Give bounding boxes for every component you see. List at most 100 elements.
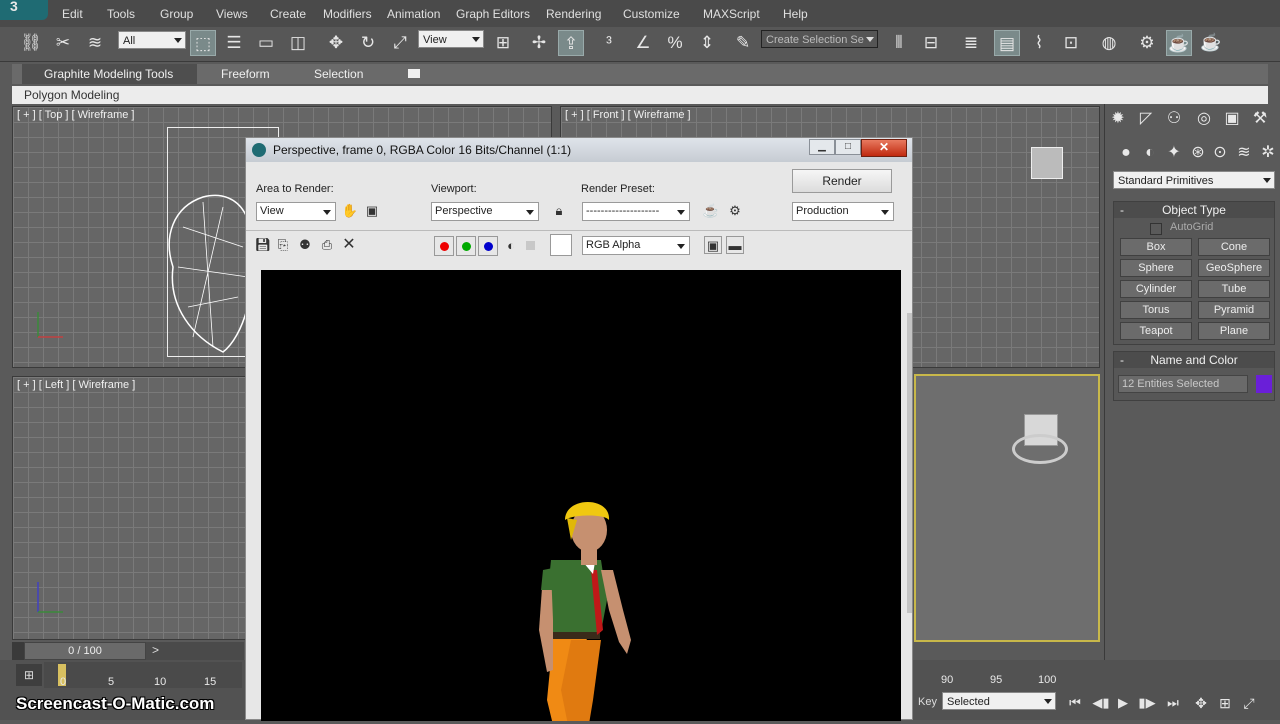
menu-maxscript[interactable]: MAXScript [703,7,760,21]
snap-icon[interactable]: ³ [596,30,622,56]
render-button[interactable]: Render [792,169,892,193]
autogrid-checkbox[interactable] [1150,223,1162,235]
bind-spacewarp-icon[interactable]: ≋ [82,30,108,56]
maximize-button[interactable]: □ [835,139,861,155]
move-icon[interactable]: ✥ [323,30,349,56]
track-bar[interactable]: 0 5 10 15 [44,662,242,688]
object-type-header[interactable]: - Object Type [1114,202,1274,218]
modify-tab-icon[interactable]: ◸ [1135,108,1157,130]
go-to-end-icon[interactable]: ⏭ [1160,690,1186,716]
menu-group[interactable]: Group [160,7,193,21]
render-icon[interactable]: ☕ [1198,30,1224,56]
box-button[interactable]: Box [1120,238,1192,256]
save-image-icon[interactable]: 💾︎ [254,236,272,254]
pivot-icon[interactable]: ⊞ [490,30,516,56]
helpers-icon[interactable]: ⊙ [1209,142,1231,164]
viewport-perspective[interactable] [914,374,1100,642]
play-icon[interactable]: ▶ [1110,690,1136,716]
menu-rendering[interactable]: Rendering [546,7,601,21]
cylinder-button[interactable]: Cylinder [1120,280,1192,298]
zoom-extents-icon[interactable]: ⊞ [1212,690,1238,716]
menu-help[interactable]: Help [783,7,808,21]
channel-display-dropdown[interactable]: RGB Alpha [582,236,690,255]
clone-window-icon[interactable]: ⚉ [296,236,314,254]
app-logo-button[interactable]: 3 [0,0,48,20]
red-channel-toggle[interactable] [434,236,454,256]
maximize-viewport-icon[interactable]: ⤢ [1236,690,1262,716]
select-link-icon[interactable]: ⛓ [18,30,44,56]
go-to-start-icon[interactable]: ⏮ [1062,690,1088,716]
teapot-button[interactable]: Teapot [1120,322,1192,340]
window-titlebar[interactable]: Perspective, frame 0, RGBA Color 16 Bits… [246,138,912,162]
named-sets-icon[interactable]: ✎ [730,30,756,56]
monochrome-icon[interactable] [526,241,535,250]
hierarchy-tab-icon[interactable]: ⚇ [1163,108,1185,130]
toggle-ui-icon[interactable]: ▬ [726,236,744,254]
time-slider[interactable]: 0 / 100 > [12,642,244,660]
mirror-icon[interactable]: ⫴ [886,30,912,56]
vertical-scrollbar[interactable] [907,313,912,613]
ribbon-minimize-icon[interactable] [408,69,420,78]
next-frame-icon[interactable]: ▮▶ [1134,690,1160,716]
object-color-swatch[interactable] [1256,375,1272,393]
name-color-header[interactable]: - Name and Color [1114,352,1274,368]
pan-icon[interactable]: ✥ [1188,690,1214,716]
shapes-icon[interactable]: ◐ [1139,142,1161,164]
mini-curve-editor-icon[interactable]: ⊞ [16,664,42,686]
render-setup-icon[interactable]: ⚙ [1134,30,1160,56]
manipulate-icon[interactable]: ✢ [526,30,552,56]
production-dropdown[interactable]: Production [792,202,894,221]
window-crossing-icon[interactable]: ◫ [285,30,311,56]
background-swatch[interactable] [550,234,572,256]
rendered-frame-icon[interactable]: ☕ [1166,30,1192,56]
toggle-ui-overlay-icon[interactable]: ▣ [704,236,722,254]
environment-icon[interactable]: ⚙ [726,202,744,220]
display-tab-icon[interactable]: ▣ [1221,108,1243,130]
material-editor-icon[interactable]: ◍ [1096,30,1122,56]
lock-icon[interactable]: 🔒︎ [550,202,568,220]
cameras-icon[interactable]: ⊛ [1187,142,1209,164]
menu-animation[interactable]: Animation [387,7,440,21]
copy-image-icon[interactable]: ⎘ [274,236,292,254]
geosphere-button[interactable]: GeoSphere [1198,259,1270,277]
rect-region-icon[interactable]: ▭ [253,30,279,56]
spinner-snap-icon[interactable]: ⇕ [694,30,720,56]
align-icon[interactable]: ⊟ [918,30,944,56]
sphere-button[interactable]: Sphere [1120,259,1192,277]
utilities-tab-icon[interactable]: ⚒ [1249,108,1271,130]
time-slider-next[interactable]: > [152,643,159,657]
viewport-dropdown[interactable]: Perspective [431,202,539,221]
viewcube-front[interactable] [1031,147,1063,179]
layer-manager-icon[interactable]: ≣ [958,30,984,56]
selection-filter-dropdown[interactable]: All [118,31,186,49]
select-object-icon[interactable]: ⬚ [190,30,216,56]
blue-channel-toggle[interactable] [478,236,498,256]
clear-image-icon[interactable]: ✕ [340,236,358,254]
unlink-icon[interactable]: ✂ [50,30,76,56]
geometry-icon[interactable]: ● [1115,142,1137,164]
primitive-category-dropdown[interactable]: Standard Primitives [1113,171,1275,189]
print-image-icon[interactable]: ⎙ [318,236,336,254]
time-slider-prev[interactable] [12,642,24,660]
menu-views[interactable]: Views [216,7,248,21]
named-selection-set-input[interactable]: Create Selection Se [761,30,878,48]
create-tab-icon[interactable]: ✹ [1107,108,1129,130]
minimize-button[interactable]: ▁ [809,139,835,155]
curve-editor-icon[interactable]: ⌇ [1026,30,1052,56]
keyboard-shortcut-icon[interactable]: ⇪ [558,30,584,56]
motion-tab-icon[interactable]: ◎ [1193,108,1215,130]
percent-snap-icon[interactable]: % [662,30,688,56]
polygon-modeling-panel[interactable]: Polygon Modeling [12,86,1268,104]
render-preset-dropdown[interactable]: -------------------- [582,202,690,221]
green-channel-toggle[interactable] [456,236,476,256]
rotate-icon[interactable]: ↻ [355,30,381,56]
area-to-render-dropdown[interactable]: View [256,202,336,221]
spacewarps-icon[interactable]: ≋ [1233,142,1255,164]
render-setup-icon[interactable]: ☕ [702,202,720,220]
tab-selection[interactable]: Selection [314,67,363,81]
edit-region-icon[interactable]: ✋ [341,202,359,220]
systems-icon[interactable]: ✲ [1257,142,1279,164]
alpha-channel-icon[interactable]: ◐ [502,237,520,255]
time-slider-thumb[interactable]: 0 / 100 [24,642,146,660]
key-filter-dropdown[interactable]: Selected [942,692,1056,710]
